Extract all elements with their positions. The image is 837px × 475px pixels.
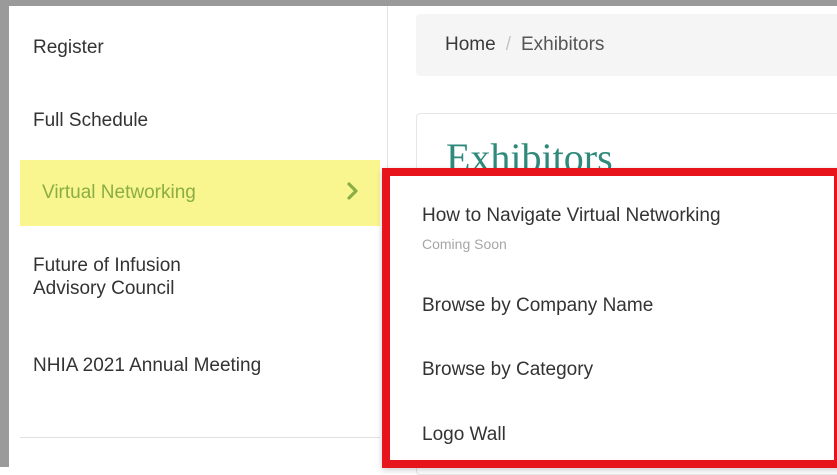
window-frame-left xyxy=(0,0,9,467)
submenu-item-browse-category[interactable]: Browse by Category xyxy=(422,358,593,381)
breadcrumb-home-link[interactable]: Home xyxy=(445,34,496,55)
sidebar-item-label: Full Schedule xyxy=(33,110,149,131)
breadcrumb-current: Exhibitors xyxy=(520,34,605,55)
sidebar-item-label: Virtual Networking xyxy=(42,182,196,203)
virtual-networking-submenu: How to Navigate Virtual Networking Comin… xyxy=(382,168,837,468)
breadcrumb-separator: / xyxy=(505,34,511,55)
sidebar-item-label-line2: Advisory Council xyxy=(33,278,175,299)
sidebar-item-label: Future of Infusion Advisory Council xyxy=(33,254,181,300)
sidebar-item-label: Register xyxy=(33,37,104,58)
submenu-item-logo-wall[interactable]: Logo Wall xyxy=(422,423,506,446)
sidebar-item-label-line1: Future of Infusion xyxy=(33,255,181,276)
submenu-item-sublabel: Coming Soon xyxy=(422,236,507,252)
sidebar-item-label: NHIA 2021 Annual Meeting xyxy=(33,355,262,376)
sidebar-divider-line xyxy=(20,437,380,438)
submenu-item-browse-company[interactable]: Browse by Company Name xyxy=(422,294,653,317)
sidebar-nav xyxy=(9,6,380,467)
sidebar-item-virtual-networking[interactable]: Virtual Networking xyxy=(20,160,380,226)
breadcrumb: Home / Exhibitors xyxy=(416,14,837,76)
submenu-item-how-to-navigate[interactable]: How to Navigate Virtual Networking xyxy=(422,204,721,227)
chevron-right-icon xyxy=(347,182,358,200)
